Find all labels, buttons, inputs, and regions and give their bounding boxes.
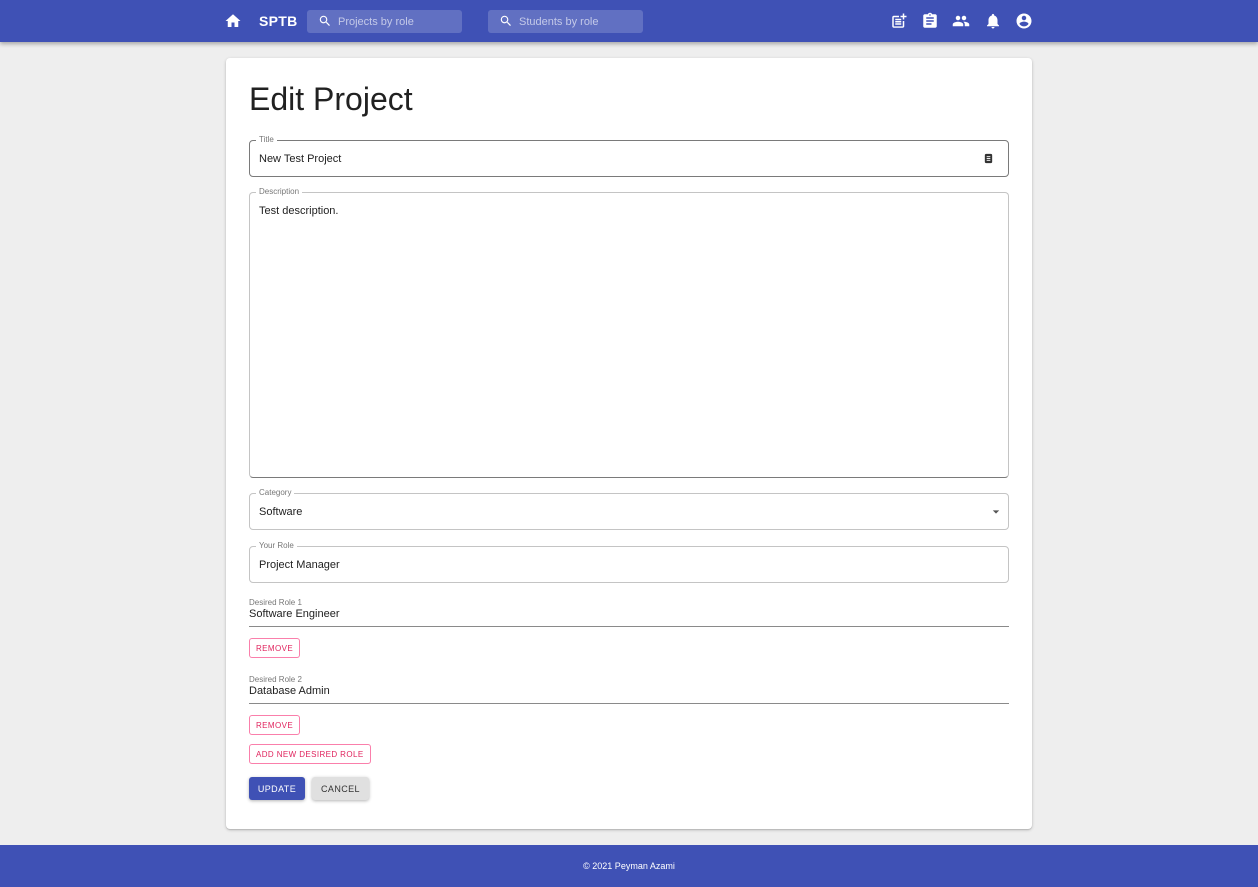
app-bar: SPTB [0, 0, 1258, 42]
page-title: Edit Project [249, 81, 413, 117]
footer: © 2021 Peyman Azami [0, 845, 1258, 887]
search-icon [319, 15, 330, 26]
search-projects-input[interactable] [338, 10, 456, 33]
your-role-field[interactable]: Your Role [249, 541, 1009, 583]
autofill-icon[interactable] [983, 153, 994, 164]
chevron-down-icon [992, 510, 1000, 514]
category-select[interactable]: Category Software [249, 488, 1009, 530]
desired-role-1-field[interactable]: Desired Role 1 [249, 598, 1009, 627]
cancel-button[interactable]: CANCEL [312, 777, 369, 800]
search-students [488, 10, 643, 33]
desired-role-2-field[interactable]: Desired Role 2 [249, 675, 1009, 704]
search-projects [307, 10, 462, 33]
account-icon[interactable] [1015, 12, 1033, 30]
remove-desired-role-1-button[interactable]: REMOVE [249, 638, 301, 658]
add-desired-role-button[interactable]: ADD NEW DESIRED ROLE [249, 744, 371, 764]
clipboard-icon[interactable] [921, 12, 939, 30]
your-role-input[interactable] [259, 559, 959, 571]
desired-role-2-input[interactable] [249, 685, 989, 697]
title-field[interactable]: Title [249, 135, 1009, 177]
desired-role-2-label: Desired Role 2 [249, 675, 302, 684]
your-role-label: Your Role [256, 541, 297, 551]
people-icon[interactable] [952, 12, 970, 30]
search-icon [500, 15, 511, 26]
remove-desired-role-2-button[interactable]: REMOVE [249, 715, 301, 735]
add-post-icon[interactable] [890, 12, 908, 30]
edit-project-card: Edit Project Title Description Test desc… [226, 58, 1032, 829]
title-label: Title [256, 135, 277, 145]
description-textarea[interactable]: Test description. [259, 205, 999, 460]
update-button[interactable]: UPDATE [249, 777, 305, 800]
search-students-input[interactable] [519, 10, 637, 33]
home-icon[interactable] [224, 12, 242, 30]
notifications-icon[interactable] [984, 12, 1002, 30]
title-input[interactable] [259, 153, 959, 165]
desired-role-1-input[interactable] [249, 608, 989, 620]
desired-role-1-label: Desired Role 1 [249, 598, 302, 607]
description-label: Description [256, 187, 303, 197]
copyright-text: © 2021 Peyman Azami [583, 861, 675, 871]
category-value: Software [259, 506, 303, 518]
category-label: Category [256, 488, 295, 498]
description-field[interactable]: Description Test description. [249, 187, 1009, 478]
brand-title[interactable]: SPTB [259, 13, 298, 29]
